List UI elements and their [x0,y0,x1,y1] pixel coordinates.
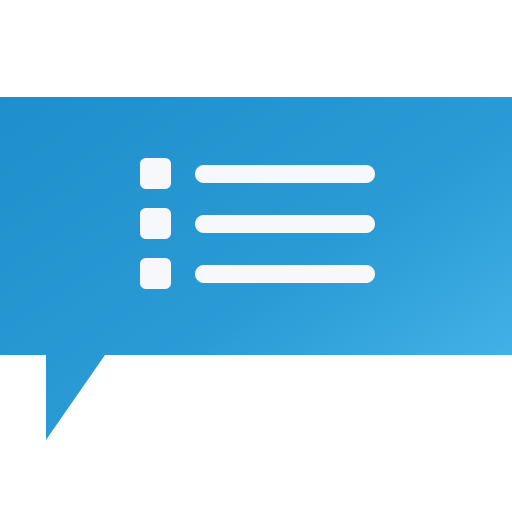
bullet-2 [140,208,171,239]
line-3 [195,265,375,283]
bullet-3 [140,258,171,289]
bullet-1 [140,158,171,189]
line-2 [195,215,375,233]
chat-bubble-list-icon [0,97,512,440]
line-1 [195,165,375,183]
icon-canvas [0,0,512,512]
